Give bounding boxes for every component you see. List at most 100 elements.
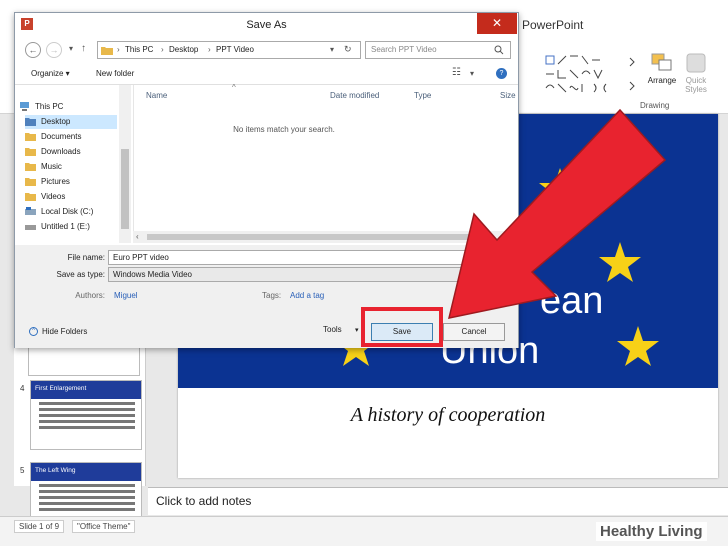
tree-item-label: Pictures — [41, 177, 70, 186]
drive-icon — [25, 207, 36, 215]
scroll-left-icon[interactable]: ‹ — [136, 232, 139, 241]
folder-icon — [25, 118, 36, 126]
tree-item-label: Desktop — [41, 117, 71, 126]
tools-button[interactable]: Tools — [323, 325, 342, 334]
tree-item-desktop[interactable]: Desktop — [25, 115, 117, 129]
tree-item-music[interactable]: Music — [25, 160, 125, 174]
folder-icon — [25, 193, 36, 201]
tags-label: Tags: — [262, 291, 282, 300]
quick-styles-button[interactable]: Quick Styles — [680, 52, 712, 100]
back-arrow-icon[interactable]: ← — [25, 42, 41, 58]
thumb-number: 4 — [20, 384, 25, 393]
organize-button[interactable]: Organize ▾ — [31, 69, 70, 78]
folder-icon — [25, 163, 36, 171]
tree-item-label: Downloads — [41, 147, 81, 156]
watermark: Healthy Living — [596, 522, 707, 541]
dialog-title: Save As — [246, 19, 287, 31]
authors-label: Authors: — [75, 291, 105, 300]
save-type-select[interactable]: Windows Media Video — [108, 267, 512, 282]
star-icon — [617, 326, 659, 366]
address-row: ← → ▾ ↑ › This PC › Desktop › PPT Video … — [15, 37, 518, 63]
view-dropdown-icon[interactable]: ▾ — [470, 69, 474, 78]
refresh-icon[interactable]: ↻ — [344, 44, 352, 55]
tools-dropdown-icon[interactable]: ▾ — [355, 326, 359, 334]
sort-indicator-icon: ^ — [232, 83, 236, 92]
tree-item-label: Local Disk (C:) — [41, 207, 94, 216]
tree-item-label: Music — [41, 162, 62, 171]
thumb-title: The Left Wing — [31, 463, 141, 481]
column-header-type[interactable]: Type — [414, 91, 431, 100]
tree-item-pictures[interactable]: Pictures — [25, 175, 125, 189]
arrange-button[interactable]: Arrange — [644, 52, 680, 100]
save-highlight-box — [361, 307, 443, 347]
tree-item-this-pc[interactable]: This PC — [19, 100, 119, 114]
empty-message: No items match your search. — [233, 125, 335, 134]
column-header-date[interactable]: Date modified — [330, 91, 379, 100]
address-bar[interactable]: › This PC › Desktop › PPT Video ▾ ↻ — [97, 41, 361, 59]
search-input[interactable]: Search PPT Video — [365, 41, 511, 59]
cancel-button[interactable]: Cancel — [443, 323, 505, 341]
theme-name: "Office Theme" — [72, 520, 136, 533]
breadcrumb-item[interactable]: PPT Video — [216, 45, 254, 54]
tree-item-downloads[interactable]: Downloads — [25, 145, 125, 159]
file-name-field[interactable]: Euro PPT video — [108, 250, 512, 265]
folder-tree: This PC Desktop Documents Downloads Musi… — [15, 85, 132, 243]
save-type-value: Windows Media Video — [113, 270, 193, 279]
slide-counter: Slide 1 of 9 — [14, 520, 65, 533]
authors-value[interactable]: Miguel — [114, 291, 138, 300]
tree-item-untitled-drive[interactable]: Untitled 1 (E:) — [25, 220, 125, 234]
tree-scrollbar[interactable] — [119, 85, 131, 243]
slide-subtitle: A history of cooperation — [350, 404, 546, 426]
forward-arrow-icon[interactable]: → — [46, 42, 62, 58]
thumb-title: First Enlargement — [31, 381, 141, 399]
scroll-thumb[interactable] — [147, 234, 485, 240]
star-icon — [539, 168, 581, 208]
dialog-toolbar: Organize ▾ New folder ☷ ▾ ? — [15, 63, 518, 85]
folder-icon — [25, 178, 36, 186]
app-title: PowerPoint — [522, 18, 584, 32]
horizontal-scrollbar[interactable]: ‹ — [133, 231, 518, 243]
save-type-label: Save as type: — [56, 270, 105, 279]
breadcrumb-item[interactable]: This PC — [125, 45, 153, 54]
file-name-label: File name: — [67, 253, 105, 262]
search-icon — [494, 45, 504, 55]
quick-styles-label: Quick Styles — [685, 76, 707, 94]
arrange-icon — [651, 53, 672, 71]
slide-thumbnail[interactable]: First Enlargement — [30, 380, 142, 450]
save-as-dialog: P Save As ✕ ← → ▾ ↑ › This PC › Desktop … — [14, 12, 519, 348]
quick-styles-icon — [686, 53, 706, 73]
tree-item-documents[interactable]: Documents — [25, 130, 125, 144]
column-header-name[interactable]: Name — [146, 91, 167, 100]
scroll-thumb[interactable] — [121, 149, 129, 229]
view-options-icon[interactable]: ☷ — [452, 67, 461, 78]
new-folder-button[interactable]: New folder — [96, 69, 134, 78]
tree-item-label: Untitled 1 (E:) — [41, 222, 90, 231]
recent-dropdown-icon[interactable]: ▾ — [69, 44, 73, 53]
collapse-icon[interactable]: ^ — [29, 327, 38, 336]
address-dropdown-icon[interactable]: ▾ — [330, 45, 334, 54]
star-icon — [599, 242, 641, 282]
hide-folders-button[interactable]: Hide Folders — [42, 327, 87, 336]
slide-title-line1: ean — [540, 280, 604, 322]
shapes-gallery[interactable] — [544, 54, 640, 100]
folder-icon — [101, 47, 113, 55]
tags-value[interactable]: Add a tag — [290, 291, 324, 300]
breadcrumb-item[interactable]: Desktop — [169, 45, 198, 54]
help-icon[interactable]: ? — [496, 68, 507, 79]
tree-item-videos[interactable]: Videos — [25, 190, 125, 204]
tree-item-label: Documents — [41, 132, 82, 141]
up-arrow-icon[interactable]: ↑ — [81, 43, 86, 54]
drive-icon — [25, 225, 36, 230]
file-name-value: Euro PPT video — [113, 253, 169, 262]
tree-item-local-disk[interactable]: Local Disk (C:) — [25, 205, 125, 219]
file-list[interactable]: Name Date modified Type Size ^ No items … — [133, 83, 518, 243]
folder-icon — [25, 148, 36, 156]
drawing-group-label: Drawing — [640, 101, 670, 110]
close-button[interactable]: ✕ — [477, 13, 517, 34]
notes-pane[interactable]: Click to add notes — [148, 487, 728, 515]
computer-icon — [20, 102, 29, 111]
tree-item-label: This PC — [35, 102, 64, 111]
arrange-label: Arrange — [647, 76, 677, 85]
tree-item-label: Videos — [41, 192, 66, 201]
column-header-size[interactable]: Size — [500, 91, 516, 100]
